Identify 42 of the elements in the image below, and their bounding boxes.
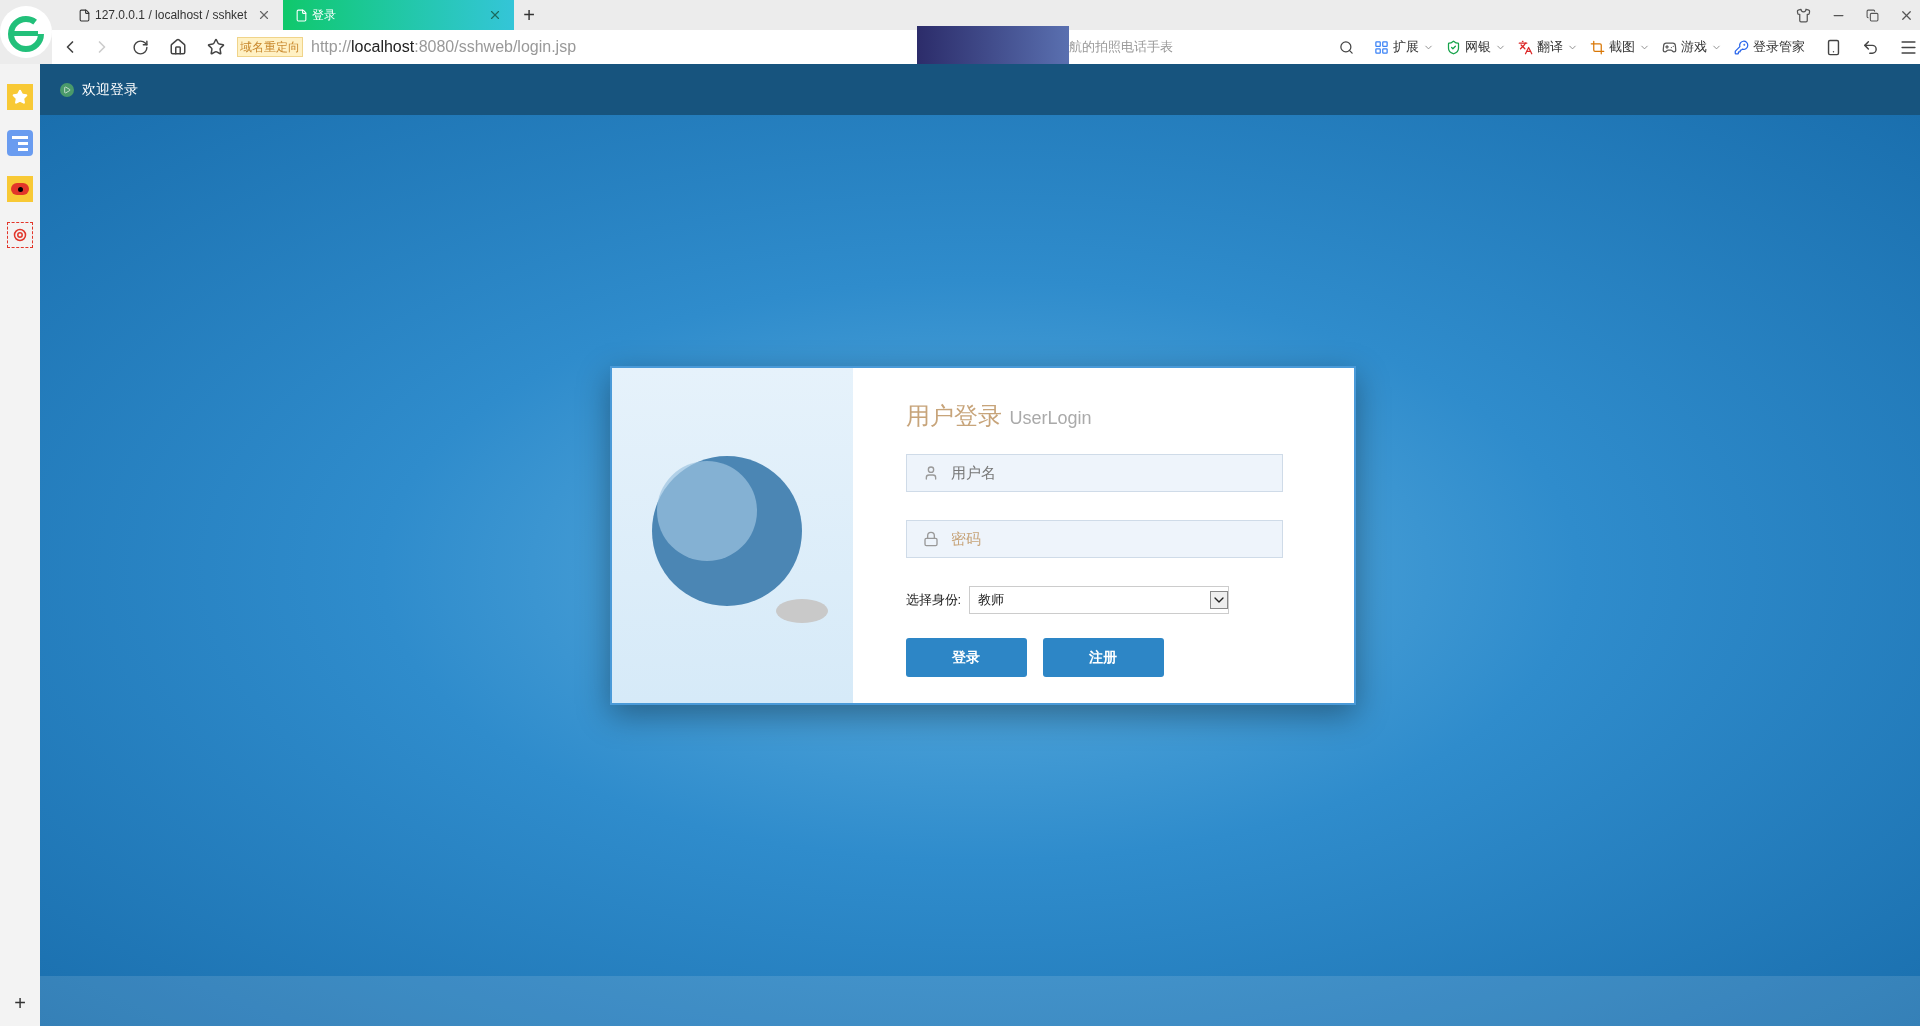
role-label: 选择身份:: [905, 591, 962, 610]
shield-icon: [1446, 39, 1461, 55]
reload-icon[interactable]: [132, 38, 149, 56]
toolbar-button[interactable]: 翻译: [1518, 37, 1578, 57]
toolbar-button[interactable]: 扩展: [1374, 37, 1434, 57]
restore-icon[interactable]: [1866, 8, 1879, 22]
news-icon[interactable]: [7, 130, 33, 156]
login-subtitle: UserLogin: [1009, 407, 1092, 430]
close-icon[interactable]: [488, 8, 502, 22]
toolbar-button[interactable]: 截图: [1590, 37, 1650, 57]
login-title: 用户登录: [905, 401, 1002, 431]
search-icon[interactable]: [1339, 39, 1354, 55]
crop-icon: [1590, 39, 1605, 55]
sidebar-add-button[interactable]: +: [14, 988, 26, 1026]
username-field[interactable]: 用户名: [905, 454, 1283, 492]
phone-icon[interactable]: [1825, 38, 1842, 56]
page-icon: [295, 8, 308, 22]
address-field[interactable]: http://localhost:8080/sshweb/login.jsp: [311, 35, 577, 59]
translate-icon: [1518, 39, 1533, 55]
grid-icon: [1374, 39, 1389, 55]
undo-icon[interactable]: [1862, 38, 1879, 56]
toolbar-button[interactable]: 登录管家: [1734, 37, 1805, 57]
form-button[interactable]: 登录: [905, 638, 1027, 677]
skin-icon[interactable]: [1796, 7, 1811, 23]
toolbar-button[interactable]: 网银: [1446, 37, 1506, 57]
caret-icon: [1210, 591, 1229, 609]
toolbar-button[interactable]: 游戏: [1662, 37, 1722, 57]
bookmark-icon[interactable]: [207, 38, 225, 56]
browser-tab[interactable]: 127.0.0.1 / localhost / sshket: [66, 0, 283, 30]
key-icon: [1734, 39, 1749, 55]
redirect-badge: 域名重定向: [237, 37, 303, 57]
home-icon[interactable]: [169, 38, 187, 56]
page-icon: [78, 8, 91, 22]
lock-icon: [922, 531, 939, 547]
role-select[interactable]: 教师: [969, 586, 1230, 614]
form-button[interactable]: 注册: [1042, 638, 1164, 677]
game-icon: [1662, 39, 1677, 55]
new-tab-button[interactable]: +: [514, 0, 544, 30]
header-title: 欢迎登录: [82, 80, 138, 99]
play-icon: [60, 82, 74, 97]
close-icon[interactable]: [257, 8, 271, 22]
eye-icon[interactable]: [7, 176, 33, 202]
